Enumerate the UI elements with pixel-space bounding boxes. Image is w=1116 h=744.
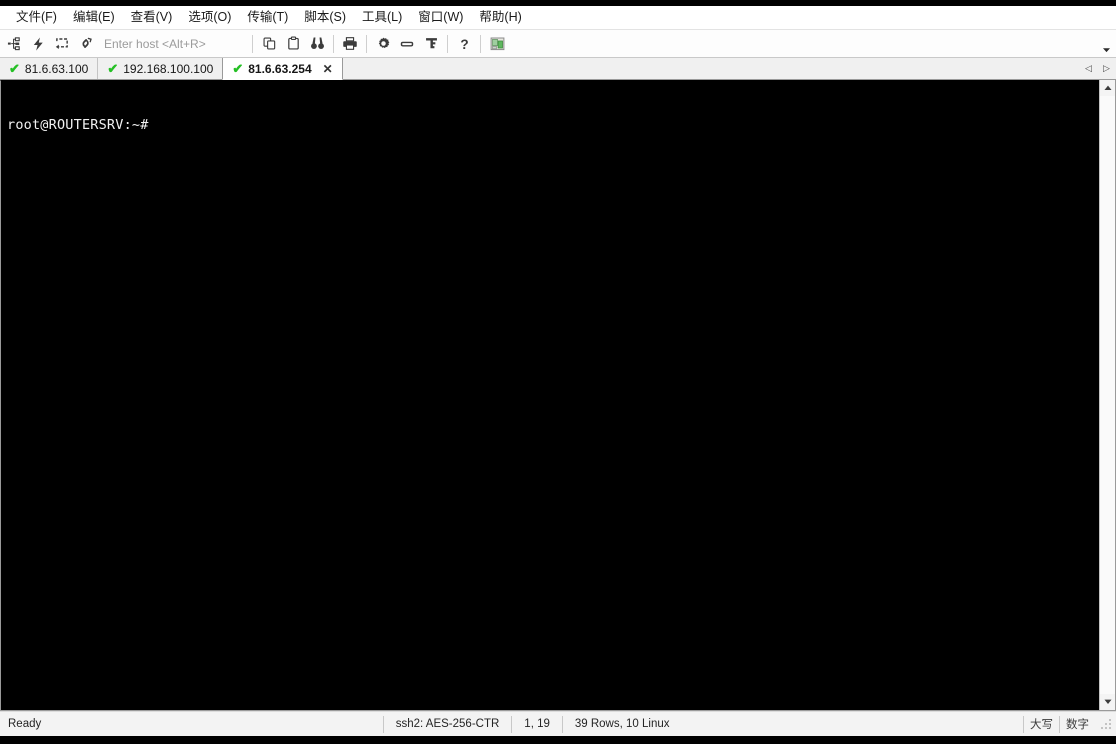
status-caps-indicator: 大写	[1023, 715, 1059, 733]
print-icon[interactable]	[338, 32, 362, 56]
svg-text:?: ?	[460, 37, 468, 52]
toolbar-separator-5	[480, 34, 481, 53]
status-bar: Ready ssh2: AES-256-CTR 1, 19 39 Rows, 1…	[0, 711, 1116, 736]
terminal-screen[interactable]: root@ROUTERSRV:~#	[0, 80, 1099, 710]
disconnect-icon[interactable]	[74, 32, 98, 56]
scroll-up-icon[interactable]	[1100, 80, 1115, 96]
settings-icon[interactable]	[371, 32, 395, 56]
status-num-indicator: 数字	[1059, 715, 1095, 733]
window-bottom-strip	[0, 736, 1116, 744]
help-icon[interactable]: ?	[452, 32, 476, 56]
toolbar-separator-1	[252, 34, 253, 53]
paste-icon[interactable]	[281, 32, 305, 56]
reconnect-icon[interactable]	[50, 32, 74, 56]
menu-edit[interactable]: 编辑(E)	[65, 7, 123, 28]
tab-81-6-63-254[interactable]: ✔ 81.6.63.254 ✕	[222, 58, 343, 80]
toolbar: ?	[0, 30, 1116, 58]
toolbar-separator-3	[366, 34, 367, 53]
tab-label: 81.6.63.100	[24, 61, 89, 76]
tab-scroll-right-icon[interactable]: ▷	[1101, 63, 1112, 74]
tab-bar: ✔ 81.6.63.100 ✔ 192.168.100.100 ✔ 81.6.6…	[0, 58, 1116, 80]
menu-tools[interactable]: 工具(L)	[354, 7, 410, 28]
menu-options[interactable]: 选项(O)	[180, 7, 239, 28]
menu-bar: 文件(F) 编辑(E) 查看(V) 选项(O) 传输(T) 脚本(S) 工具(L…	[0, 6, 1116, 30]
tab-connected-check-icon: ✔	[9, 60, 20, 76]
menu-script[interactable]: 脚本(S)	[296, 7, 354, 28]
menu-help[interactable]: 帮助(H)	[471, 7, 529, 28]
key-icon[interactable]	[419, 32, 443, 56]
host-input[interactable]	[98, 33, 248, 54]
terminal-scrollbar[interactable]	[1099, 80, 1116, 710]
tab-connected-check-icon: ✔	[232, 60, 244, 76]
status-ready: Ready	[8, 718, 42, 730]
menu-file[interactable]: 文件(F)	[8, 7, 65, 28]
image-icon[interactable]	[485, 32, 509, 56]
menu-view[interactable]: 查看(V)	[123, 7, 181, 28]
tab-connected-check-icon: ✔	[107, 60, 119, 76]
session-manager-icon[interactable]	[2, 32, 26, 56]
close-icon[interactable]: ✕	[323, 62, 333, 76]
resize-grip-icon[interactable]	[1099, 717, 1113, 731]
status-dimensions: 39 Rows, 10 Linux	[561, 715, 682, 733]
tab-192-168-100-100[interactable]: ✔ 192.168.100.100	[98, 58, 224, 79]
tab-label: 81.6.63.254	[248, 61, 312, 76]
terminal-area: root@ROUTERSRV:~#	[0, 80, 1116, 711]
terminal-line-prompt: root@ROUTERSRV:~#	[7, 117, 149, 133]
status-cursor-position: 1, 19	[511, 715, 562, 733]
copy-icon[interactable]	[257, 32, 281, 56]
toolbar-separator-4	[447, 34, 448, 53]
find-icon[interactable]	[305, 32, 329, 56]
keyboard-icon[interactable]	[395, 32, 419, 56]
toolbar-overflow-chevron-down-icon[interactable]	[1100, 41, 1112, 53]
tab-label: 192.168.100.100	[123, 61, 214, 76]
toolbar-separator-2	[333, 34, 334, 53]
scroll-down-icon[interactable]	[1100, 694, 1115, 710]
tab-scroll-controls: ◁ ▷	[1083, 58, 1116, 79]
menu-transfer[interactable]: 传输(T)	[239, 7, 296, 28]
securecrt-window: 文件(F) 编辑(E) 查看(V) 选项(O) 传输(T) 脚本(S) 工具(L…	[0, 0, 1116, 744]
tab-scroll-left-icon[interactable]: ◁	[1083, 63, 1094, 74]
quick-connect-icon[interactable]	[26, 32, 50, 56]
scrollbar-track[interactable]	[1100, 96, 1115, 694]
tab-81-6-63-100[interactable]: ✔ 81.6.63.100	[0, 58, 99, 79]
status-cipher: ssh2: AES-256-CTR	[382, 715, 512, 733]
menu-window[interactable]: 窗口(W)	[410, 7, 471, 28]
